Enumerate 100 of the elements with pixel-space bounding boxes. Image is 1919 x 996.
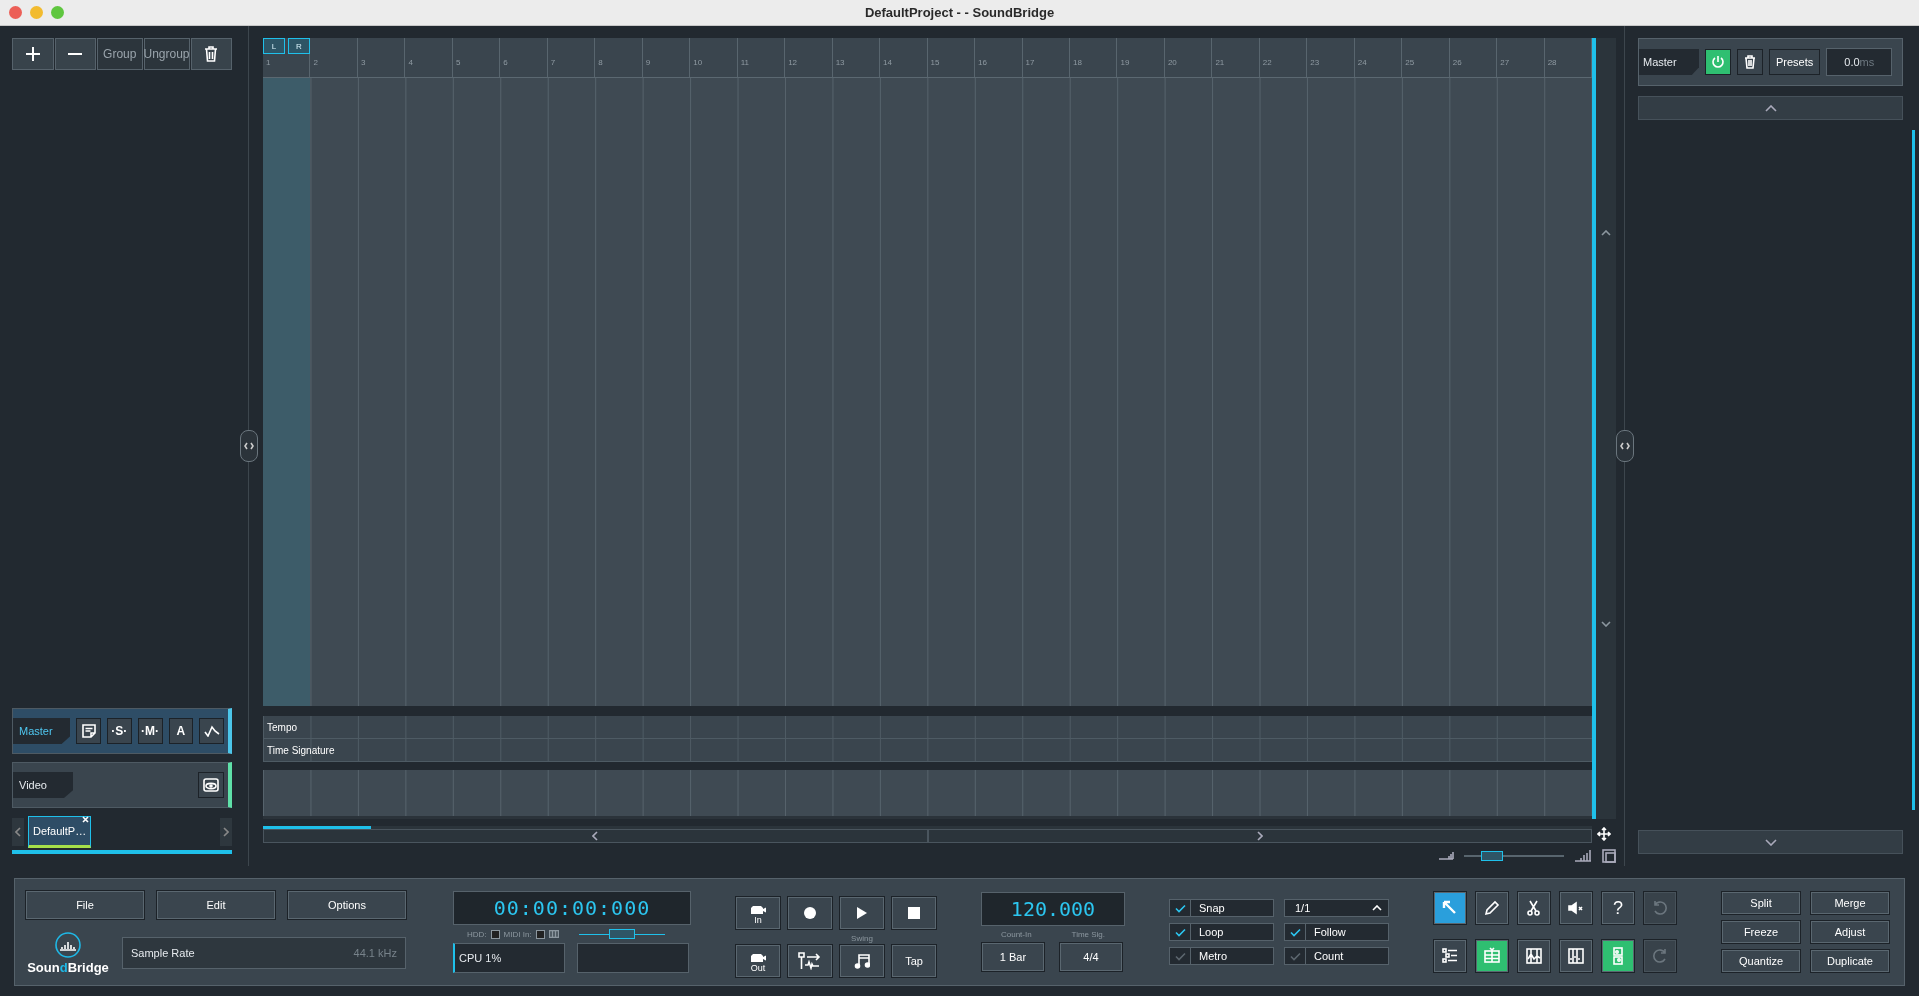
routing-button[interactable]	[787, 944, 833, 978]
lane-label: Time Signature	[263, 739, 1592, 762]
tab-scroll-right[interactable]	[220, 818, 232, 846]
bar-number: 15	[927, 38, 976, 77]
vertical-scrollbar[interactable]	[1592, 38, 1616, 819]
count-in-button[interactable]: 1 Bar	[981, 942, 1045, 972]
help-tool-button[interactable]: ?	[1601, 891, 1635, 925]
group-button[interactable]: Group	[97, 38, 143, 70]
notes-button[interactable]	[76, 718, 101, 744]
bar-number: 22	[1259, 38, 1308, 77]
bar-number: 7	[547, 38, 596, 77]
routing-icon	[797, 952, 823, 970]
arranger-view-button[interactable]	[1475, 939, 1509, 973]
automation-view-button[interactable]	[1517, 939, 1551, 973]
close-button[interactable]	[9, 6, 22, 19]
lane-label: Tempo	[263, 716, 1592, 739]
clip-action-button[interactable]: Split	[1721, 891, 1801, 915]
track-toggle-button[interactable]: A	[168, 718, 194, 744]
mixer-view-button[interactable]	[1559, 939, 1593, 973]
plus-icon	[24, 46, 41, 62]
record-out-button[interactable]: Out	[735, 944, 781, 978]
cpu-meter: CPU 1%	[453, 943, 565, 973]
time-signature-button[interactable]: 4/4	[1059, 942, 1123, 972]
presets-button[interactable]: Presets	[1769, 49, 1821, 75]
menu-button[interactable]: File	[25, 889, 145, 920]
track-name: Video	[13, 772, 73, 798]
project-tab[interactable]: DefaultP…	[28, 816, 92, 848]
bar-number: 11	[737, 38, 786, 77]
video-view-button[interactable]	[198, 772, 224, 798]
undo-icon	[1651, 899, 1669, 917]
menu-button[interactable]: Edit	[156, 889, 276, 920]
split-view-button[interactable]	[1601, 939, 1635, 973]
hdd-indicator	[490, 929, 500, 939]
option-toggle[interactable]: Snap	[1169, 899, 1274, 917]
chevron-down-icon	[1764, 838, 1777, 846]
sample-rate-field[interactable]: Sample Rate 44.1 kHz	[122, 937, 406, 969]
clip-action-button[interactable]: Freeze	[1721, 920, 1801, 944]
time-display: 00:00:00:000	[453, 891, 691, 925]
loop-start-marker[interactable]: L	[263, 38, 285, 54]
option-toggle[interactable]: Metro	[1169, 947, 1274, 965]
mute-tool-button[interactable]	[1559, 891, 1593, 925]
clip-action-button[interactable]: Quantize	[1721, 949, 1801, 973]
delete-button[interactable]	[190, 38, 232, 70]
power-icon	[1711, 55, 1725, 69]
scissors-tool-button[interactable]	[1517, 891, 1551, 925]
bar-number: 3	[357, 38, 406, 77]
menu-button[interactable]: Options	[287, 889, 407, 920]
record-in-button[interactable]: In	[735, 896, 781, 930]
clip-action-button[interactable]: Merge	[1810, 891, 1890, 915]
bar-number: 18	[1069, 38, 1118, 77]
automation-icon	[1525, 947, 1543, 965]
bar-number: 9	[642, 38, 691, 77]
option-toggle[interactable]: Loop	[1169, 923, 1274, 941]
fit-icon	[1602, 849, 1616, 863]
pointer-tool-button[interactable]	[1433, 891, 1467, 925]
delete-button[interactable]	[1737, 49, 1763, 75]
tab-scroll-left[interactable]	[12, 818, 24, 846]
automation-button[interactable]	[199, 718, 225, 744]
swing-label: Swing	[851, 934, 873, 944]
slider-thumb[interactable]	[608, 929, 635, 939]
pencil-tool-button[interactable]	[1475, 891, 1509, 925]
field-value: 44.1 kHz	[353, 947, 397, 959]
delay-field[interactable]: 0.0ms	[1826, 48, 1893, 76]
collapse-handle[interactable]	[240, 430, 258, 462]
track-toggle-button[interactable]: ·S·	[106, 718, 132, 744]
pencil-icon	[1483, 899, 1501, 917]
grid-icon	[1483, 947, 1501, 965]
play-button[interactable]	[839, 896, 885, 930]
option-toggle[interactable]: Count	[1284, 947, 1389, 965]
note-icon	[81, 724, 96, 738]
slider-thumb[interactable]	[1481, 851, 1504, 861]
channel-name: Master	[1639, 49, 1699, 75]
collapse-handle[interactable]	[1616, 430, 1634, 462]
ungroup-button[interactable]: Ungroup	[143, 38, 190, 70]
clip-action-button[interactable]: Adjust	[1810, 920, 1890, 944]
move-icon	[1597, 827, 1611, 841]
power-button[interactable]	[1705, 49, 1731, 75]
chevron-up-icon	[1764, 104, 1777, 112]
track-toggle-button[interactable]: ·M·	[137, 718, 163, 744]
bar-number: 20	[1164, 38, 1213, 77]
tap-button[interactable]: Tap	[891, 944, 937, 978]
grid-dropdown[interactable]: 1/1	[1284, 899, 1389, 917]
clip-action-button[interactable]: Duplicate	[1810, 949, 1890, 973]
close-icon	[82, 816, 90, 823]
delay-unit: ms	[1859, 56, 1875, 68]
horizontal-scrollbar[interactable]	[263, 825, 1592, 843]
record-button[interactable]	[787, 896, 833, 930]
eye-icon	[203, 778, 219, 792]
music-note-icon	[854, 953, 870, 969]
swing-button[interactable]	[839, 944, 885, 978]
chevron-up-icon	[1372, 905, 1382, 911]
bar-number: 13	[832, 38, 881, 77]
option-toggle[interactable]: Follow	[1284, 923, 1389, 941]
loop-end-marker[interactable]: R	[288, 38, 310, 54]
chevron-up-icon	[1601, 230, 1611, 237]
tracklist-view-button[interactable]	[1433, 939, 1467, 973]
midi-label: MIDI In:	[503, 929, 532, 939]
timeline-ruler[interactable]: 1 2 3 4 5 6 7 8 9 10 11 12 13 14 15 16 17 18 19 20 21 22 23 24 25 26 27 28 L R	[263, 38, 1592, 78]
stop-button[interactable]	[891, 896, 937, 930]
hdd-label: HDD:	[467, 929, 487, 939]
